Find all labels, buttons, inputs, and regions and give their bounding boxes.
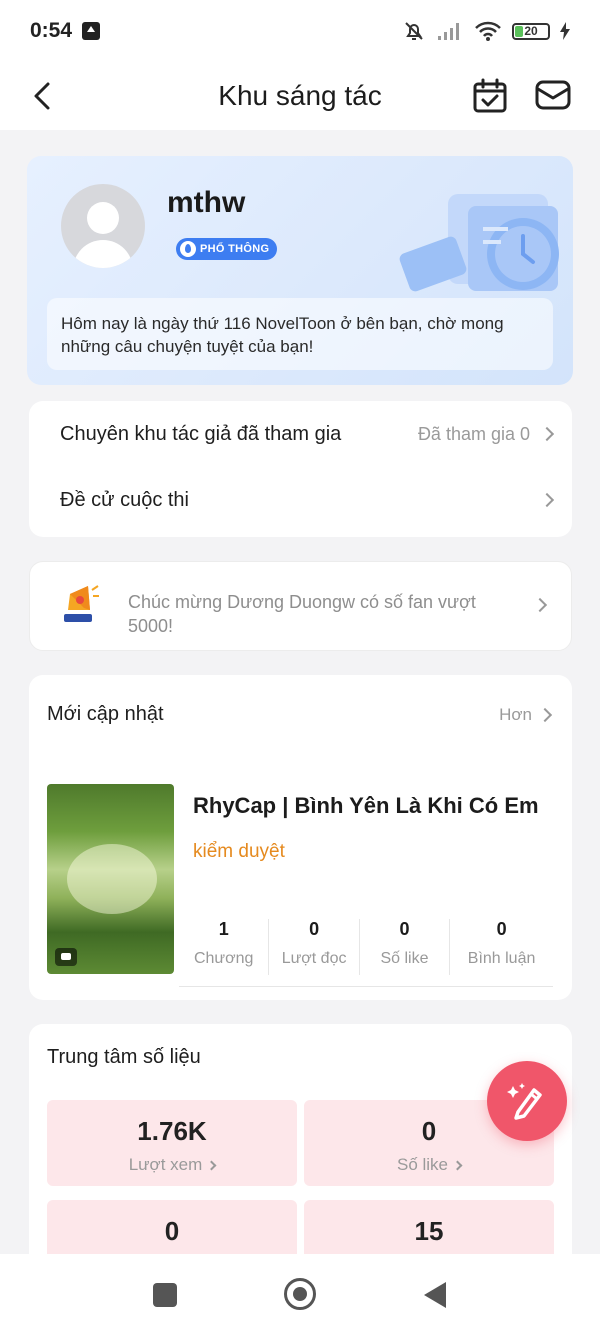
stat-label: Bình luận — [467, 950, 536, 967]
stat-value: 0 — [399, 919, 410, 939]
recent-updates-card: Mới cập nhật Hơn RhyCap | Bình Yên Là Kh… — [29, 675, 572, 1000]
contest-nomination-row[interactable]: Đề cử cuộc thi — [60, 480, 555, 520]
chevron-right-icon — [539, 492, 555, 508]
level-badge: PHỔ THÔNG — [176, 238, 278, 260]
charging-icon — [560, 22, 570, 40]
top-nav: Khu sáng tác — [0, 62, 600, 130]
upload-icon — [82, 22, 101, 40]
recent-updates-title: Mới cập nhật — [47, 703, 164, 725]
username: mthw — [167, 186, 246, 219]
tile-label-text: Lượt xem — [128, 1155, 203, 1174]
contest-nomination-label: Đề cử cuộc thi — [60, 488, 189, 511]
system-back-button[interactable] — [424, 1282, 446, 1308]
book-title[interactable]: RhyCap | Bình Yên Là Khi Có Em — [193, 793, 539, 819]
bell-off-icon — [405, 22, 423, 40]
data-center-card: Trung tâm số liệu 1.76K Lượt xem 0 Số li… — [29, 1024, 572, 1284]
announcement-text: Chúc mừng Dương Duongw có số fan vượt 50… — [128, 592, 476, 636]
page-title: Khu sáng tác — [218, 80, 382, 111]
flame-icon — [180, 241, 196, 257]
battery-indicator: 20 — [512, 22, 550, 40]
book-status: kiểm duyệt — [193, 841, 285, 862]
more-link-label: Hơn — [499, 705, 532, 724]
create-button[interactable] — [487, 1061, 567, 1141]
tile-value: 15 — [414, 1216, 444, 1246]
greeting-message: Hôm nay là ngày thứ 116 NovelToon ở bên … — [47, 298, 553, 370]
tile-value: 0 — [164, 1216, 180, 1246]
tile-label-text: Số like — [396, 1155, 449, 1174]
chevron-right-icon — [206, 1160, 217, 1170]
mail-icon — [535, 80, 571, 110]
status-time: 0:54 — [30, 19, 73, 42]
writing-illustration — [399, 194, 559, 292]
pencil-sparkle-icon — [507, 1083, 542, 1120]
calendar-check-icon — [473, 78, 507, 113]
announcement-banner[interactable]: Chúc mừng Dương Duongw có số fan vượt 50… — [29, 561, 572, 651]
views-tile[interactable]: 1.76K Lượt xem — [47, 1100, 297, 1186]
stat-value: 0 — [496, 919, 507, 939]
stat-label: Số like — [380, 950, 429, 967]
more-link[interactable]: Hơn — [499, 705, 553, 725]
chevron-right-icon — [539, 426, 555, 442]
profile-card: mthw PHỔ THÔNG Hôm nay là ngày thứ 116 N… — [27, 156, 573, 385]
joined-zones-value: Đã tham gia 0 — [417, 423, 530, 444]
battery-level: 20 — [524, 24, 538, 38]
signal-icon — [438, 23, 459, 40]
divider — [179, 986, 553, 987]
stat-comments: 0 Bình luận — [450, 919, 553, 975]
stat-likes: 0 Số like — [360, 919, 451, 975]
book-cover[interactable] — [47, 784, 174, 974]
comment-icon — [55, 948, 77, 966]
status-icons: 20 — [402, 19, 570, 43]
calendar-button[interactable] — [472, 78, 508, 114]
chevron-right-icon — [452, 1160, 463, 1170]
back-button[interactable] — [22, 76, 62, 116]
stat-chapters: 1 Chương — [179, 919, 270, 975]
stat-value: 1 — [218, 919, 229, 939]
stat-label: Chương — [193, 950, 254, 967]
tile-label: Số like — [396, 1155, 463, 1175]
menu-card: Chuyên khu tác giả đã tham gia Đã tham g… — [29, 401, 572, 537]
chevron-left-icon — [34, 82, 50, 110]
tile-value: 1.76K — [137, 1116, 207, 1146]
mail-button[interactable] — [534, 78, 572, 114]
stat-value: 0 — [309, 919, 320, 939]
tile-label: Lượt xem — [128, 1155, 217, 1175]
recent-apps-button[interactable] — [153, 1283, 177, 1307]
chevron-right-icon — [537, 707, 553, 723]
megaphone-icon — [64, 585, 99, 622]
chevron-right-icon — [532, 597, 548, 613]
level-badge-label: PHỔ THÔNG — [200, 243, 270, 255]
home-button[interactable] — [284, 1278, 316, 1310]
wifi-icon — [475, 21, 501, 41]
stat-reads: 0 Lượt đọc — [269, 919, 360, 975]
book-stats: 1 Chương 0 Lượt đọc 0 Số like 0 Bình luậ… — [179, 919, 553, 975]
joined-zones-label: Chuyên khu tác giả đã tham gia — [60, 422, 342, 445]
status-bar: 0:54 20 — [0, 0, 600, 62]
data-center-title: Trung tâm số liệu — [47, 1046, 201, 1068]
avatar[interactable] — [61, 184, 145, 268]
stat-label: Lượt đọc — [281, 950, 347, 967]
system-navigation-bar — [0, 1254, 600, 1333]
joined-zones-row[interactable]: Chuyên khu tác giả đã tham gia Đã tham g… — [60, 414, 555, 454]
